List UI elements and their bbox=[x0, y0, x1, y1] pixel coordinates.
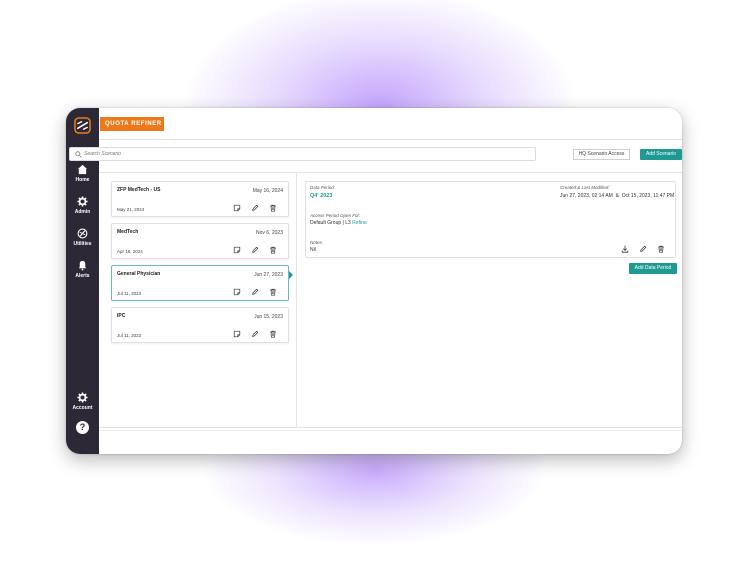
edit-icon[interactable] bbox=[251, 288, 259, 296]
edit-icon[interactable] bbox=[251, 204, 259, 212]
utilities-icon bbox=[77, 228, 88, 239]
trash-icon[interactable] bbox=[269, 288, 277, 296]
created-modified-value: Jun 27, 2023, 02:14 AM & Oct 15, 2023, 1… bbox=[560, 193, 675, 199]
scenario-modified-date: Nov 6, 2023 bbox=[256, 230, 283, 236]
sidebar-item-home[interactable]: Home bbox=[66, 164, 99, 183]
note-icon[interactable] bbox=[233, 246, 241, 254]
scenario-created-date: Apr 18, 2024 bbox=[117, 249, 143, 254]
active-indicator-arrow bbox=[289, 271, 293, 279]
sidebar-item-utilities[interactable]: Utilities bbox=[66, 228, 99, 247]
help-icon[interactable]: ? bbox=[76, 421, 89, 434]
gear-icon bbox=[77, 392, 88, 403]
scenario-created-date: May 21, 2024 bbox=[117, 207, 145, 212]
search-field[interactable] bbox=[69, 147, 536, 161]
divider bbox=[99, 427, 682, 428]
edit-icon[interactable] bbox=[251, 330, 259, 338]
divider bbox=[296, 173, 297, 427]
add-scenario-button[interactable]: Add Scenario bbox=[640, 149, 682, 160]
header-bar: QUOTA REFINER bbox=[99, 108, 682, 140]
trash-icon[interactable] bbox=[269, 204, 277, 212]
home-icon bbox=[77, 164, 88, 175]
access-period-value: Default Group | L3 Refine bbox=[310, 220, 367, 226]
access-period-label: Access Period Open For: bbox=[310, 213, 361, 218]
scenario-card[interactable]: IPC Jun 15, 2023 Jul 11, 2023 bbox=[111, 307, 289, 343]
scenario-modified-date: Jun 27, 2023 bbox=[254, 272, 283, 278]
divider bbox=[99, 172, 682, 173]
divider bbox=[99, 430, 682, 431]
note-icon[interactable] bbox=[233, 288, 241, 296]
created-modified-label: Created & Last Modified: bbox=[560, 185, 610, 190]
scenario-card[interactable]: MedTech Nov 6, 2023 Apr 18, 2024 bbox=[111, 223, 289, 259]
scenario-modified-date: Jun 15, 2023 bbox=[254, 314, 283, 320]
sidebar-item-alerts[interactable]: Alerts bbox=[66, 260, 99, 279]
hq-scenario-access-button[interactable]: HQ Scenario Access bbox=[573, 149, 630, 160]
scenario-created-date: Jul 11, 2023 bbox=[117, 333, 142, 338]
trash-icon[interactable] bbox=[657, 245, 665, 253]
sidebar-item-label: Alerts bbox=[75, 273, 90, 279]
app-logo-icon[interactable] bbox=[74, 117, 91, 134]
sidebar-item-label: Account bbox=[72, 405, 93, 411]
add-data-period-button[interactable]: Add Data Period bbox=[629, 263, 677, 274]
scenario-title: ZFP MedTech - US bbox=[117, 187, 161, 193]
app-title: QUOTA REFINER bbox=[100, 117, 164, 131]
note-icon[interactable] bbox=[233, 204, 241, 212]
scenario-title: MedTech bbox=[117, 229, 139, 235]
scenario-created-date: Jul 11, 2023 bbox=[117, 291, 142, 296]
scenario-title: General Physician bbox=[117, 271, 161, 277]
scenario-card-active[interactable]: General Physician Jun 27, 2023 Jul 11, 2… bbox=[111, 265, 289, 301]
gear-icon bbox=[77, 196, 88, 207]
notes-value: Nil bbox=[310, 247, 316, 253]
bell-icon bbox=[78, 260, 87, 271]
notes-label: Notes: bbox=[310, 240, 324, 245]
scenario-modified-date: May 16, 2024 bbox=[252, 188, 283, 194]
sidebar-item-label: Admin bbox=[74, 209, 91, 215]
scenario-title: IPC bbox=[117, 313, 126, 319]
trash-icon[interactable] bbox=[269, 246, 277, 254]
download-icon[interactable] bbox=[621, 245, 629, 253]
sidebar-item-admin[interactable]: Admin bbox=[66, 196, 99, 215]
sidebar-item-account[interactable]: Account bbox=[66, 392, 99, 411]
data-period-label: Data Period: bbox=[310, 185, 336, 190]
sidebar-item-label: Home bbox=[75, 177, 90, 183]
refine-link[interactable]: Refine bbox=[352, 220, 366, 226]
search-input[interactable] bbox=[84, 148, 524, 160]
sidebar-item-label: Utilities bbox=[73, 241, 92, 247]
search-icon bbox=[75, 151, 82, 158]
edit-icon[interactable] bbox=[251, 246, 259, 254]
note-icon[interactable] bbox=[233, 330, 241, 338]
data-period-value: Q4' 2023 bbox=[310, 193, 333, 199]
trash-icon[interactable] bbox=[269, 330, 277, 338]
scenario-card[interactable]: ZFP MedTech - US May 16, 2024 May 21, 20… bbox=[111, 181, 289, 217]
edit-icon[interactable] bbox=[639, 245, 647, 253]
